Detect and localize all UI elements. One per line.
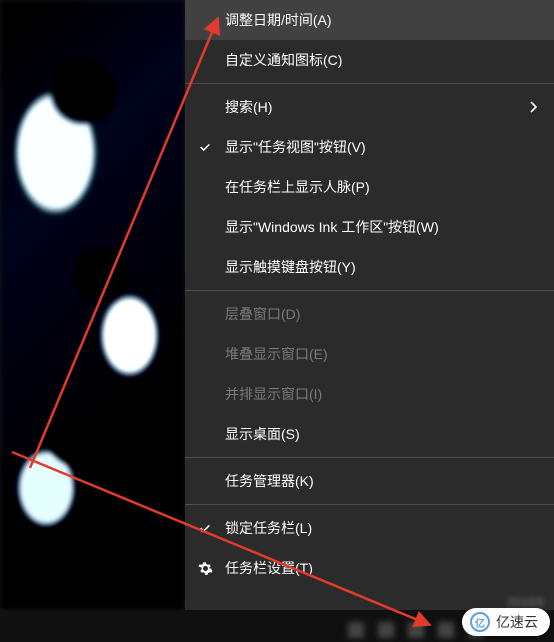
check-icon <box>197 140 213 154</box>
menu-item-customize-notif-icons[interactable]: 自定义通知图标(C) <box>185 40 554 80</box>
menu-separator <box>185 290 554 291</box>
menu-item-label: 任务栏设置(T) <box>225 558 313 578</box>
menu-separator <box>185 83 554 84</box>
taskbar-context-menu: 调整日期/时间(A) 自定义通知图标(C) 搜索(H) 显示"任务视图"按钮(V) 在任… <box>185 0 554 610</box>
menu-item-label: 显示触摸键盘按钮(Y) <box>225 257 356 277</box>
desktop-wallpaper <box>0 0 185 610</box>
menu-item-label: 层叠窗口(D) <box>225 304 300 324</box>
taskbar-clock[interactable]: 2018/6 <box>507 595 544 609</box>
menu-item-adjust-datetime[interactable]: 调整日期/时间(A) <box>185 0 554 40</box>
menu-item-label: 调整日期/时间(A) <box>225 10 332 30</box>
menu-item-sidebyside-windows: 并排显示窗口(I) <box>185 374 554 414</box>
gear-icon <box>197 561 213 576</box>
tray-icon[interactable] <box>378 622 394 638</box>
menu-item-label: 锁定任务栏(L) <box>225 518 312 538</box>
clock-date: 2018/6 <box>507 595 544 609</box>
menu-item-label: 显示"Windows Ink 工作区"按钮(W) <box>225 217 439 237</box>
menu-item-show-taskview-button[interactable]: 显示"任务视图"按钮(V) <box>185 127 554 167</box>
menu-item-show-touch-keyboard[interactable]: 显示触摸键盘按钮(Y) <box>185 247 554 287</box>
tray-icon[interactable] <box>348 622 364 638</box>
menu-item-show-desktop[interactable]: 显示桌面(S) <box>185 414 554 454</box>
menu-item-taskbar-settings[interactable]: 任务栏设置(T) <box>185 548 554 588</box>
menu-item-show-ink-workspace[interactable]: 显示"Windows Ink 工作区"按钮(W) <box>185 207 554 247</box>
menu-item-task-manager[interactable]: 任务管理器(K) <box>185 461 554 501</box>
tray-icon[interactable] <box>438 622 454 638</box>
menu-item-lock-taskbar[interactable]: 锁定任务栏(L) <box>185 508 554 548</box>
menu-item-search[interactable]: 搜索(H) <box>185 87 554 127</box>
menu-item-label: 并排显示窗口(I) <box>225 384 322 404</box>
menu-item-cascade-windows: 层叠窗口(D) <box>185 294 554 334</box>
menu-item-label: 在任务栏上显示人脉(P) <box>225 177 370 197</box>
watermark-text: 亿速云 <box>496 612 538 632</box>
menu-item-label: 显示桌面(S) <box>225 424 300 444</box>
watermark-badge: 亿 亿速云 <box>462 608 550 636</box>
menu-item-label: 显示"任务视图"按钮(V) <box>225 137 366 157</box>
menu-item-label: 堆叠显示窗口(E) <box>225 344 328 364</box>
menu-separator <box>185 457 554 458</box>
watermark-logo-icon: 亿 <box>470 612 490 632</box>
tray-icon[interactable] <box>408 622 424 638</box>
menu-item-stack-windows: 堆叠显示窗口(E) <box>185 334 554 374</box>
menu-item-label: 任务管理器(K) <box>225 471 314 491</box>
menu-item-label: 自定义通知图标(C) <box>225 50 342 70</box>
menu-separator <box>185 504 554 505</box>
chevron-right-icon <box>530 101 538 113</box>
menu-item-label: 搜索(H) <box>225 97 272 117</box>
menu-item-show-people[interactable]: 在任务栏上显示人脉(P) <box>185 167 554 207</box>
check-icon <box>197 521 213 535</box>
